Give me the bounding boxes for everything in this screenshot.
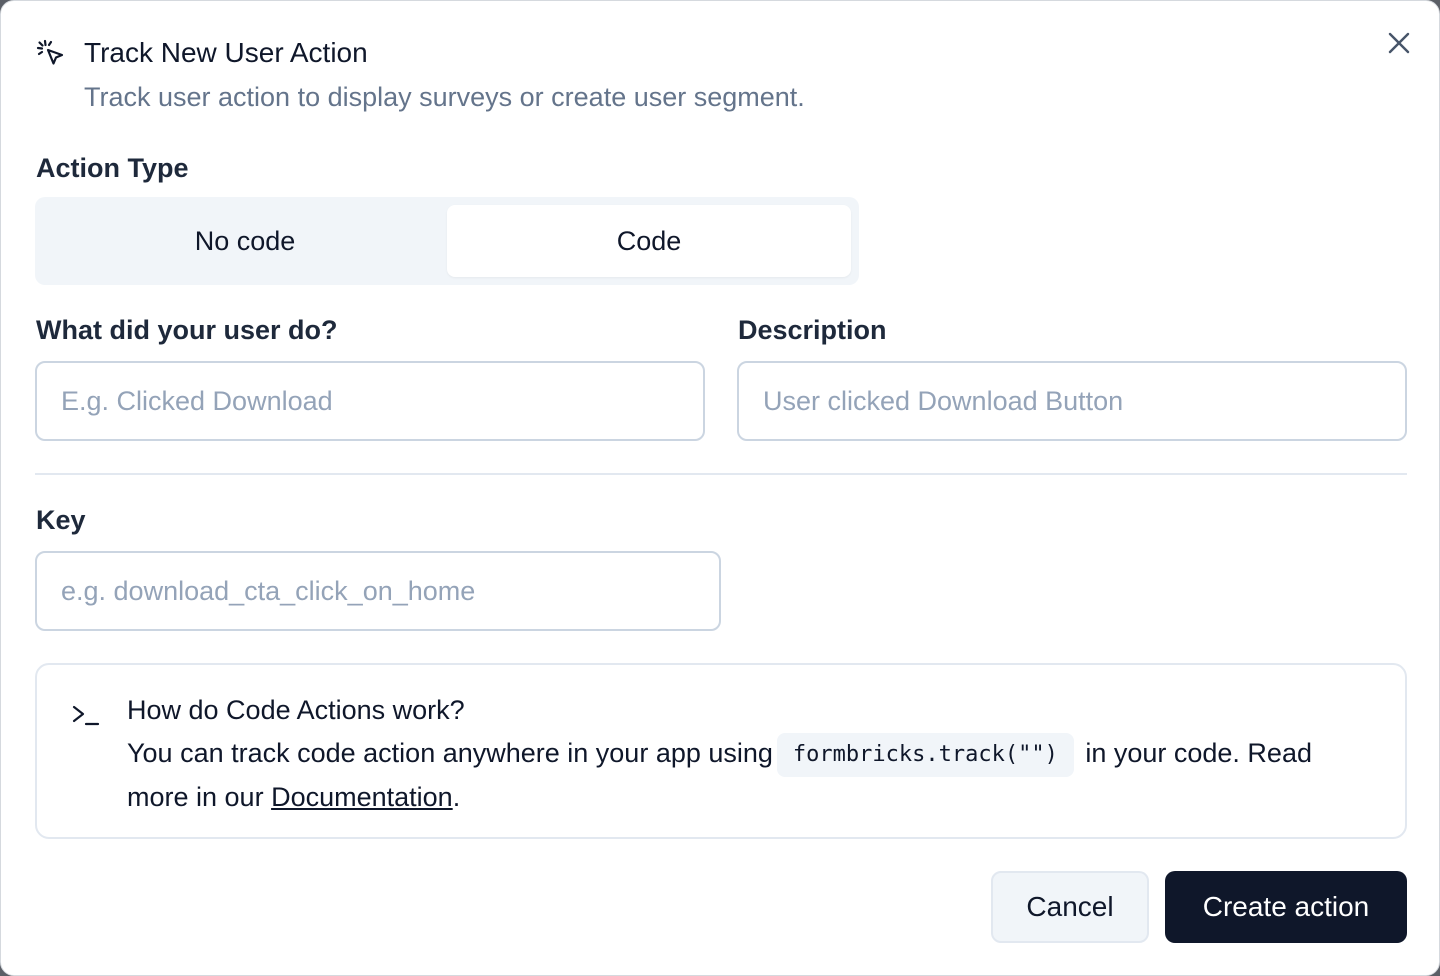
close-icon bbox=[1387, 31, 1411, 60]
info-text: You can track code action anywhere in yo… bbox=[127, 733, 1367, 817]
info-text-after: . bbox=[452, 782, 461, 812]
code-actions-info-box: How do Code Actions work? You can track … bbox=[35, 663, 1407, 839]
action-type-toggle: No code Code bbox=[35, 197, 859, 285]
info-text-before: You can track code action anywhere in yo… bbox=[127, 738, 773, 769]
tab-code[interactable]: Code bbox=[447, 205, 851, 277]
dialog-title: Track New User Action bbox=[84, 37, 368, 68]
close-button[interactable] bbox=[1385, 31, 1413, 59]
name-field-label: What did your user do? bbox=[36, 315, 338, 345]
description-input[interactable] bbox=[737, 361, 1407, 441]
action-type-label: Action Type bbox=[36, 153, 189, 183]
name-input[interactable] bbox=[35, 361, 705, 441]
key-input[interactable] bbox=[35, 551, 721, 631]
mouse-pointer-click-icon bbox=[35, 38, 67, 70]
info-title: How do Code Actions work? bbox=[127, 695, 465, 725]
code-snippet: formbricks.track("") bbox=[776, 733, 1074, 777]
track-action-dialog: Track New User Action Track user action … bbox=[0, 0, 1440, 976]
dialog-subtitle: Track user action to display surveys or … bbox=[84, 82, 805, 112]
description-field-label: Description bbox=[738, 315, 887, 345]
key-field-label: Key bbox=[36, 505, 86, 535]
terminal-icon bbox=[71, 701, 101, 731]
tab-no-code[interactable]: No code bbox=[43, 205, 447, 277]
create-action-button[interactable]: Create action bbox=[1165, 871, 1407, 943]
cancel-button[interactable]: Cancel bbox=[991, 871, 1149, 943]
divider bbox=[35, 473, 1407, 475]
documentation-link[interactable]: Documentation bbox=[271, 782, 453, 812]
